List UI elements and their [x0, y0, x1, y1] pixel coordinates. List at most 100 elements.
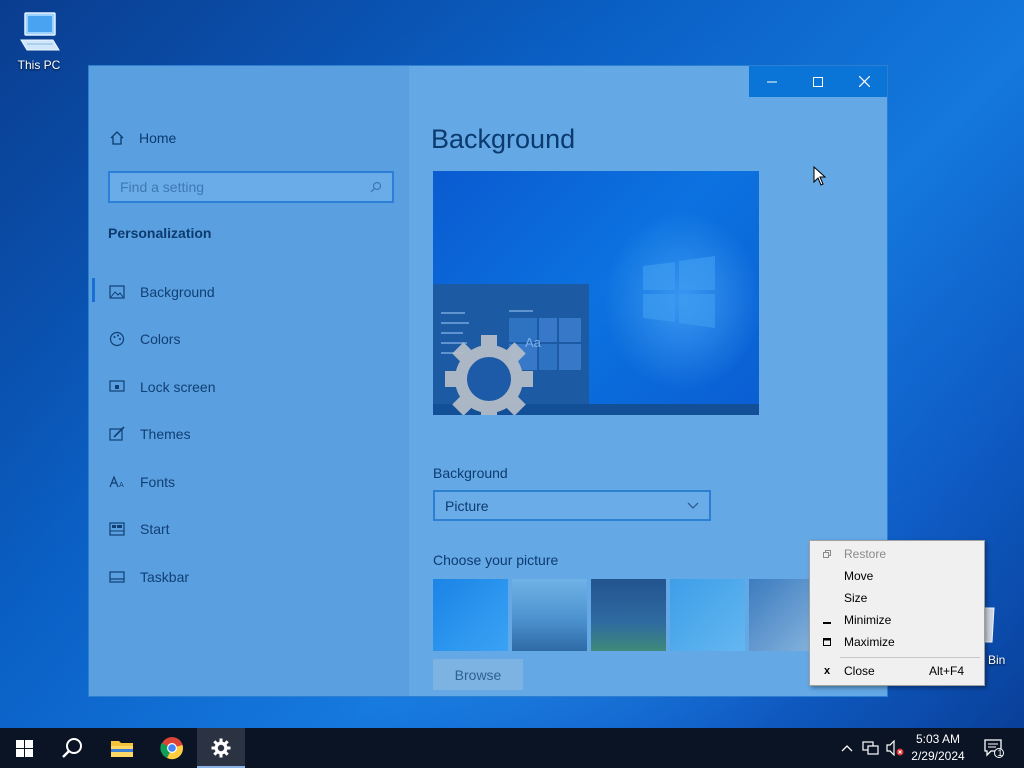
- windows-logo-icon: [643, 256, 715, 328]
- sidebar-item-label: Fonts: [140, 474, 176, 490]
- recycle-bin-label: Bin: [988, 653, 1006, 667]
- menu-item-label: Minimize: [844, 613, 892, 627]
- menu-item-label: Close: [844, 664, 875, 678]
- menu-item-size[interactable]: Size: [810, 587, 984, 609]
- search-box[interactable]: [108, 171, 394, 203]
- volume-tray-button[interactable]: [884, 728, 906, 768]
- network-tray-button[interactable]: [860, 728, 882, 768]
- menu-item-close[interactable]: x Close Alt+F4: [810, 660, 984, 682]
- palette-icon: [108, 330, 126, 348]
- show-hidden-icons-button[interactable]: [838, 728, 856, 768]
- picture-thumbnails: [433, 579, 824, 651]
- chrome-icon: [160, 737, 183, 760]
- sidebar-item-colors[interactable]: Colors: [108, 327, 180, 351]
- minimize-button[interactable]: [749, 66, 795, 97]
- sidebar-item-lock-screen[interactable]: Lock screen: [108, 375, 215, 399]
- menu-item-restore[interactable]: Restore: [810, 543, 984, 565]
- picture-thumbnail[interactable]: [512, 579, 587, 651]
- sidebar-item-fonts[interactable]: A Fonts: [108, 470, 175, 494]
- background-dropdown-value: Picture: [445, 497, 489, 514]
- menu-separator: [840, 657, 980, 658]
- picture-icon: [108, 283, 126, 301]
- minimize-icon: [810, 616, 844, 624]
- search-icon: [370, 181, 382, 193]
- sidebar-home-label: Home: [139, 130, 177, 146]
- close-button[interactable]: [841, 66, 887, 97]
- maximize-icon: [813, 76, 823, 87]
- window-context-menu: Restore Move Size Minimize Maximize x Cl…: [809, 540, 985, 686]
- menu-item-move[interactable]: Move: [810, 565, 984, 587]
- restore-icon: [810, 550, 844, 558]
- selection-indicator: [92, 278, 95, 302]
- page-title: Background: [431, 124, 576, 154]
- start-button[interactable]: [0, 728, 48, 768]
- sidebar-item-label: Colors: [140, 331, 181, 347]
- clock-time: 5:03 AM: [915, 732, 961, 746]
- menu-item-minimize[interactable]: Minimize: [810, 609, 984, 631]
- browse-button[interactable]: Browse: [433, 659, 523, 690]
- volume-muted-icon: [886, 740, 904, 756]
- menu-item-label: Move: [844, 569, 874, 583]
- notification-count: 1: [997, 748, 1003, 758]
- background-dropdown[interactable]: Picture: [433, 490, 711, 521]
- menu-item-label: Maximize: [844, 635, 895, 649]
- taskbar-icon: [108, 568, 126, 586]
- home-icon: [110, 131, 124, 145]
- sidebar-item-label: Background: [140, 284, 215, 300]
- sidebar-item-taskbar[interactable]: Taskbar: [108, 565, 189, 589]
- file-explorer-button[interactable]: [98, 728, 146, 768]
- menu-item-label: Restore: [844, 547, 887, 561]
- picture-thumbnail[interactable]: [670, 579, 745, 651]
- settings-taskbar-button[interactable]: [197, 728, 245, 768]
- menu-item-accelerator: Alt+F4: [928, 664, 964, 678]
- menu-item-maximize[interactable]: Maximize: [810, 631, 984, 653]
- close-icon: [858, 76, 870, 87]
- section-title: Personalization: [108, 225, 212, 241]
- lock-screen-icon: [108, 378, 126, 396]
- sidebar-item-label: Themes: [140, 426, 191, 442]
- clock-date: 2/29/2024: [911, 749, 965, 763]
- desktop-icon-label: This PC: [17, 58, 61, 72]
- search-button[interactable]: [48, 728, 96, 768]
- sidebar-item-label: Lock screen: [140, 379, 216, 395]
- maximize-icon: [810, 638, 844, 646]
- sidebar-item-background[interactable]: Background: [108, 280, 215, 304]
- menu-item-label: Size: [844, 591, 868, 605]
- loading-gear-icon: [445, 335, 533, 415]
- mouse-cursor-icon: [813, 166, 827, 186]
- start-icon: [108, 520, 126, 538]
- search-icon: [62, 738, 82, 758]
- windows-start-icon: [15, 739, 33, 757]
- settings-sidebar: Home Personalization Background Colors: [89, 66, 409, 696]
- chevron-up-icon: [841, 745, 853, 752]
- search-input[interactable]: [120, 179, 350, 195]
- sidebar-item-start[interactable]: Start: [108, 517, 170, 541]
- font-icon: A: [108, 473, 126, 491]
- chevron-down-icon: [687, 502, 699, 509]
- sidebar-item-home[interactable]: Home: [109, 130, 176, 146]
- folder-icon: [111, 741, 133, 757]
- action-center-button[interactable]: 1: [980, 728, 1008, 768]
- computer-icon: [20, 12, 60, 51]
- picture-thumbnail[interactable]: [591, 579, 666, 651]
- background-preview: Aa: [433, 171, 759, 415]
- background-field-label: Background: [433, 465, 508, 481]
- close-icon: x: [823, 665, 831, 677]
- picture-thumbnail[interactable]: [433, 579, 508, 651]
- minimize-icon: [767, 81, 777, 82]
- sidebar-item-label: Start: [140, 521, 170, 537]
- title-bar-buttons: [749, 66, 887, 97]
- desktop-icon-this-pc[interactable]: This PC: [4, 10, 74, 72]
- clock[interactable]: 5:03 AM 2/29/2024: [905, 731, 971, 765]
- svg-text:A: A: [119, 481, 124, 489]
- sidebar-item-label: Taskbar: [140, 569, 190, 585]
- taskbar: 5:03 AM 2/29/2024 1: [0, 728, 1024, 768]
- sidebar-item-themes[interactable]: Themes: [108, 422, 191, 446]
- brush-icon: [108, 425, 126, 443]
- settings-window: Home Personalization Background Colors: [88, 65, 888, 697]
- maximize-button[interactable]: [795, 66, 841, 97]
- network-icon: [862, 741, 879, 755]
- gear-icon: [211, 738, 231, 758]
- chrome-button[interactable]: [148, 728, 196, 768]
- choose-picture-label: Choose your picture: [433, 552, 559, 568]
